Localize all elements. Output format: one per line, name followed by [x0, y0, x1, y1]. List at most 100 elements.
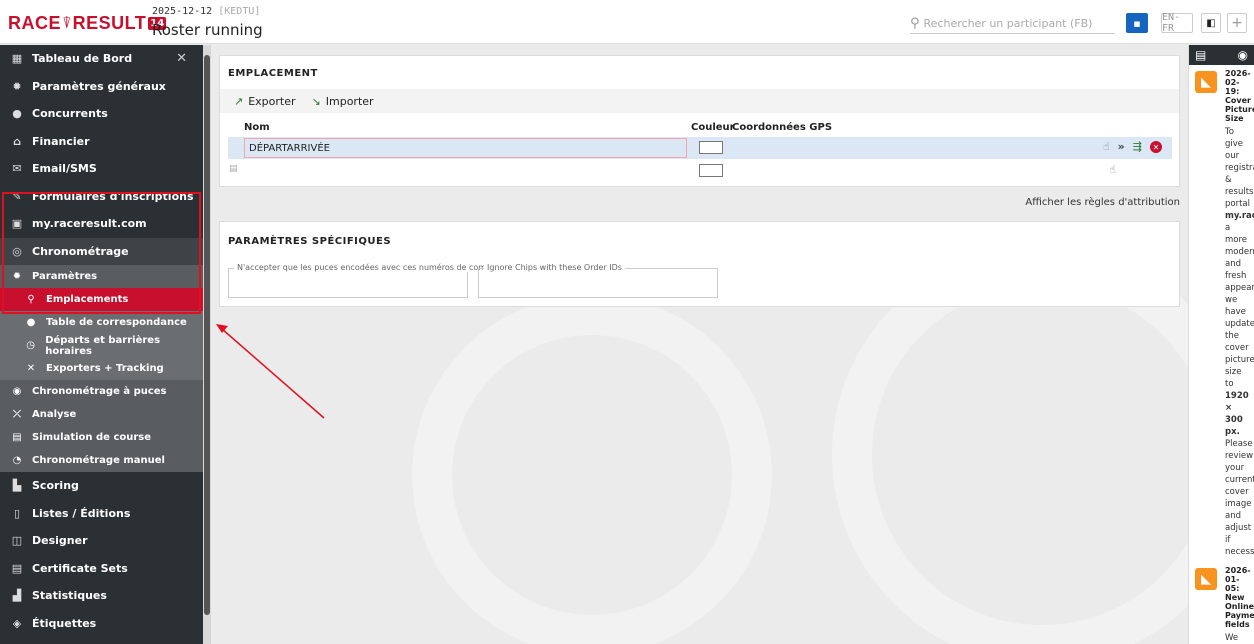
- event-date: 2025-12-12 [KEDTU]: [152, 6, 261, 17]
- background-decoration: [412, 295, 772, 644]
- news-item[interactable]: ◣ 2026-02-19: Cover Picture Size To give…: [1189, 69, 1254, 558]
- certificate-icon: ▤: [11, 561, 23, 575]
- news-line: We: [1225, 633, 1239, 643]
- record-icon[interactable]: ◉: [1238, 48, 1248, 62]
- add-button[interactable]: +: [1227, 13, 1247, 33]
- calculator-icon[interactable]: ▤: [1195, 48, 1206, 62]
- news-line: a more: [1225, 223, 1248, 245]
- news-item[interactable]: ◣ 2026-01-05: New Online-Paymen fields W…: [1189, 566, 1254, 644]
- sidebar-item-chrono-puces[interactable]: ◉ Chronométrage à puces: [0, 380, 203, 403]
- new-row-icon: ▤: [229, 164, 238, 174]
- language-button[interactable]: EN-FR: [1161, 12, 1193, 34]
- news-line: registra: [1225, 163, 1254, 173]
- sidebar-item-chrono-manuel[interactable]: ◔ Chronométrage manuel: [0, 449, 203, 472]
- rss-icon: ◣: [1195, 71, 1217, 93]
- sidebar-item-financier[interactable]: ⌂ Financier: [0, 128, 203, 156]
- sidebar-item-exporters[interactable]: ✕ Exporters + Tracking: [0, 357, 203, 380]
- table-row[interactable]: DÉPARTARRIVÉE ☝ » ⇶ ✕: [228, 137, 1172, 159]
- event-title: Roster running: [152, 21, 263, 39]
- news-line: portal: [1225, 199, 1250, 209]
- form-icon: ✎: [12, 189, 22, 203]
- list-icon: ▯: [13, 506, 21, 520]
- specific-settings-panel: PARAMÈTRES SPÉCIFIQUES N'accepter que le…: [219, 221, 1180, 307]
- export-button[interactable]: ↗ Exporter: [234, 95, 296, 108]
- news-panel: ▤ ◉ ◣ 2026-02-19: Cover Picture Size To …: [1188, 45, 1254, 644]
- floppy-icon: ▪: [1133, 16, 1141, 30]
- sidebar-scrollbar[interactable]: [203, 45, 211, 644]
- news-line: &: [1225, 175, 1232, 185]
- sidebar-item-designer[interactable]: ◫ Designer: [0, 527, 203, 555]
- scrollbar-thumb[interactable]: [204, 55, 210, 615]
- color-swatch[interactable]: [699, 164, 723, 177]
- sidebar-item-emplacements[interactable]: ⚲ Emplacements: [0, 288, 203, 311]
- sidebar-item-scoring[interactable]: ▙ Scoring: [0, 472, 203, 500]
- news-line: we: [1225, 295, 1238, 305]
- encoded-chips-field[interactable]: N'accepter que les puces encodées avec c…: [228, 263, 497, 298]
- news-line: cover: [1225, 343, 1249, 353]
- sidebar: ▦ Tableau de Bord ✕ ✹ Paramètres générau…: [0, 45, 203, 644]
- sidebar-item-simulation[interactable]: ▤ Simulation de course: [0, 426, 203, 449]
- analyse-icon: ⤫: [13, 409, 21, 420]
- split-icon[interactable]: ⇶: [1133, 140, 1142, 153]
- new-table-row[interactable]: ▤ ☝: [228, 160, 1172, 182]
- sidebar-item-statistiques[interactable]: ▟ Statistiques: [0, 582, 203, 610]
- window-toggle-button[interactable]: ◧: [1201, 13, 1221, 33]
- sidebar-item-myraceresult[interactable]: ▣ my.raceresult.com: [0, 210, 203, 238]
- sidebar-item-analyse[interactable]: ⤫ Analyse: [0, 403, 203, 426]
- sidebar-item-concurrents[interactable]: ● Concurrents: [0, 100, 203, 128]
- news-line: review: [1225, 451, 1254, 461]
- import-button[interactable]: ↘ Importer: [312, 95, 374, 108]
- designer-icon: ◫: [11, 534, 23, 548]
- sidebar-item-parametres-generaux[interactable]: ✹ Paramètres généraux: [0, 73, 203, 101]
- news-line: picture: [1225, 355, 1254, 365]
- sidebar-item-etiquettes[interactable]: ◈ Étiquettes: [0, 610, 203, 638]
- delete-icon[interactable]: ✕: [1150, 141, 1162, 153]
- drag-hand-icon[interactable]: ☝: [1103, 140, 1110, 153]
- search-icon: ⚲: [910, 16, 920, 31]
- chip-icon: ●: [26, 317, 36, 328]
- news-body: To give our registra & results portal my.race a…: [1225, 126, 1254, 558]
- location-name-cell[interactable]: DÉPARTARRIVÉE: [244, 138, 687, 158]
- news-line: your: [1225, 463, 1245, 473]
- stats-icon: ▟: [12, 589, 22, 603]
- unpin-icon[interactable]: ✕: [176, 51, 187, 66]
- sidebar-item-parametres[interactable]: ✹ Paramètres: [0, 265, 203, 288]
- race-result-logo[interactable]: RACE ⍒ RESULT 14: [8, 10, 167, 36]
- sidebar-item-chronometrage[interactable]: ◎ Chronométrage: [0, 237, 203, 265]
- simulation-icon: ▤: [12, 432, 22, 443]
- app-header: RACE ⍒ RESULT 14 2025-12-12 [KEDTU] Roster …: [0, 0, 1254, 44]
- sidebar-item-table-correspondance[interactable]: ● Table de correspondance: [0, 311, 203, 334]
- save-button[interactable]: ▪: [1126, 13, 1148, 33]
- bank-icon: ⌂: [13, 134, 21, 148]
- news-line: results: [1225, 187, 1254, 197]
- color-swatch[interactable]: [699, 141, 723, 154]
- news-line: adjust if: [1225, 523, 1252, 545]
- forward-icon[interactable]: »: [1118, 140, 1125, 153]
- gear-icon: ✹: [12, 271, 22, 282]
- column-header-gps: Coordonnées GPS: [732, 122, 833, 133]
- ignore-chips-field[interactable]: Ignore Chips with these Order IDs: [478, 263, 718, 298]
- news-line: Please: [1225, 439, 1253, 449]
- rss-icon: ◣: [1195, 568, 1217, 590]
- sidebar-item-listes[interactable]: ▯ Listes / Éditions: [0, 500, 203, 528]
- person-icon: ●: [12, 107, 22, 121]
- sidebar-item-certificate-sets[interactable]: ▤ Certificate Sets: [0, 555, 203, 583]
- participant-search[interactable]: ⚲ Rechercher un participant (FB): [910, 14, 1115, 34]
- export-icon: ↗: [234, 94, 244, 108]
- sidebar-item-email-sms[interactable]: ✉ Email/SMS: [0, 155, 203, 183]
- news-line: image: [1225, 499, 1252, 509]
- web-icon: ▣: [11, 217, 23, 231]
- podium-icon: ▙: [12, 479, 22, 493]
- tag-icon: ◈: [12, 616, 22, 630]
- news-line: 300 px.: [1225, 415, 1243, 437]
- news-line: current: [1225, 475, 1254, 485]
- attribution-rules-link[interactable]: Afficher les règles d'attribution: [1025, 197, 1180, 208]
- clock-icon: ◷: [26, 340, 35, 351]
- sidebar-item-tableau-de-bord[interactable]: ▦ Tableau de Bord ✕: [0, 45, 203, 73]
- window-icon: ◧: [1206, 17, 1216, 29]
- emplacement-toolbar: ↗ Exporter ↘ Importer: [220, 89, 1179, 113]
- search-input[interactable]: Rechercher un participant (FB): [924, 17, 1093, 30]
- sidebar-item-departs[interactable]: ◷ Départs et barrières horaires: [0, 334, 203, 357]
- sidebar-item-formulaires[interactable]: ✎ Formulaires d'inscriptions: [0, 183, 203, 211]
- drag-hand-icon[interactable]: ☝: [1109, 163, 1116, 176]
